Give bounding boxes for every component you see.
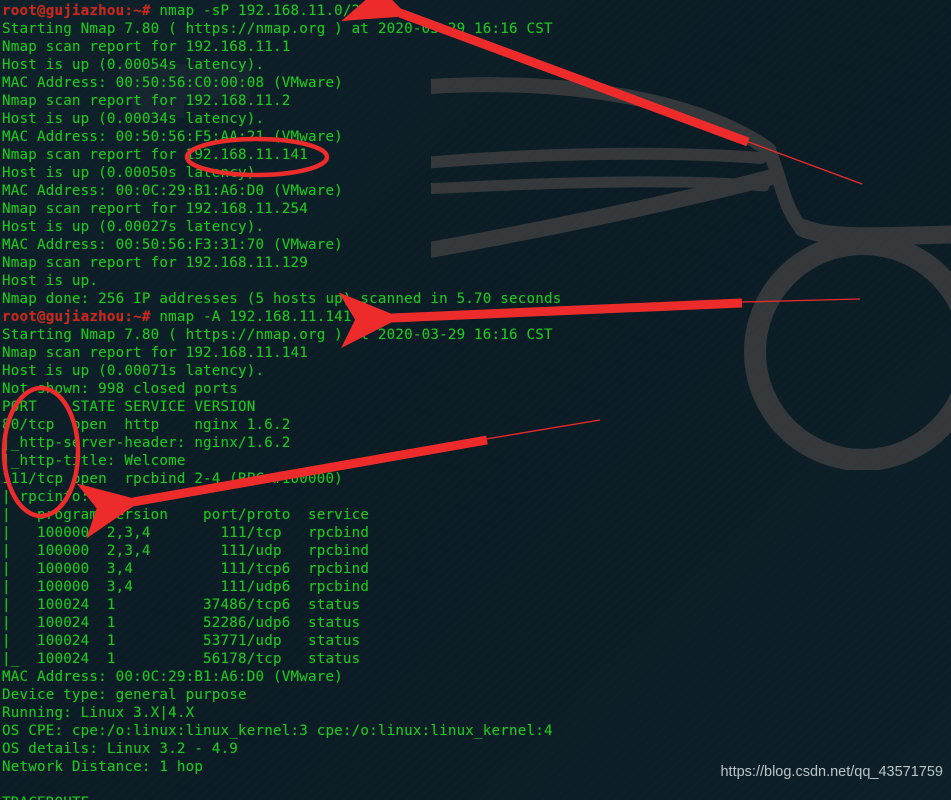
shell-prompt: root@gujiazhou:~# <box>2 3 151 19</box>
terminal-output-line: |_http-title: Welcome <box>2 452 951 470</box>
output-text: Running: Linux 3.X|4.X <box>2 705 195 721</box>
terminal-output-line: | 100024 1 53771/udp status <box>2 632 951 650</box>
command-text: nmap -sP 192.168.11.0/24 <box>150 3 370 19</box>
terminal-command-line: root@gujiazhou:~# nmap -sP 192.168.11.0/… <box>2 2 951 20</box>
output-text: Nmap done: 256 IP addresses (5 hosts up)… <box>2 291 562 307</box>
terminal-output-line: Host is up. <box>2 272 951 290</box>
output-text: Not shown: 998 closed ports <box>2 381 239 397</box>
output-text: OS details: Linux 3.2 - 4.9 <box>2 741 239 757</box>
terminal-output-line: Running: Linux 3.X|4.X <box>2 704 951 722</box>
output-text: | 100000 3,4 111/tcp6 rpcbind <box>2 561 370 577</box>
output-text: 80/tcp open http nginx 1.6.2 <box>2 417 291 433</box>
watermark-url: https://blog.csdn.net/qq_43571759 <box>720 764 943 780</box>
terminal-output-line: MAC Address: 00:50:56:C0:00:08 (VMware) <box>2 74 951 92</box>
terminal-output-line: Starting Nmap 7.80 ( https://nmap.org ) … <box>2 326 951 344</box>
terminal-output[interactable]: root@gujiazhou:~# nmap -sP 192.168.11.0/… <box>0 0 951 800</box>
output-text: | program version port/proto service <box>2 507 370 523</box>
output-text: MAC Address: 00:50:56:C0:00:08 (VMware) <box>2 75 343 91</box>
output-text: | 100000 2,3,4 111/udp rpcbind <box>2 543 370 559</box>
terminal-output-line: Nmap scan report for 192.168.11.2 <box>2 92 951 110</box>
terminal-output-line: Host is up (0.00050s latency). <box>2 164 951 182</box>
terminal-output-line: | 100024 1 52286/udp6 status <box>2 614 951 632</box>
terminal-output-line: Host is up (0.00071s latency). <box>2 362 951 380</box>
output-text: Network Distance: 1 hop <box>2 759 204 775</box>
output-text: Host is up. <box>2 273 99 289</box>
output-text: 111/tcp open rpcbind 2-4 (RPC #100000) <box>2 471 343 487</box>
terminal-output-line: Nmap scan report for 192.168.11.129 <box>2 254 951 272</box>
output-text: Host is up (0.00054s latency). <box>2 57 265 73</box>
output-text: Host is up (0.00034s latency). <box>2 111 265 127</box>
output-text: OS CPE: cpe:/o:linux:linux_kernel:3 cpe:… <box>2 723 553 739</box>
output-text: | 100024 1 52286/udp6 status <box>2 615 361 631</box>
output-text: Starting Nmap 7.80 ( https://nmap.org ) … <box>2 21 553 37</box>
terminal-output-line: Not shown: 998 closed ports <box>2 380 951 398</box>
terminal-output-line: | 100000 3,4 111/udp6 rpcbind <box>2 578 951 596</box>
terminal-output-line: Nmap scan report for 192.168.11.141 <box>2 146 951 164</box>
terminal-output-line: MAC Address: 00:0C:29:B1:A6:D0 (VMware) <box>2 182 951 200</box>
terminal-output-line: PORT STATE SERVICE VERSION <box>2 398 951 416</box>
terminal-output-line: | 100024 1 37486/tcp6 status <box>2 596 951 614</box>
terminal-output-line: MAC Address: 00:50:56:F5:AA:21 (VMware) <box>2 128 951 146</box>
output-text: MAC Address: 00:50:56:F5:AA:21 (VMware) <box>2 129 343 145</box>
output-text: Nmap scan report for 192.168.11.1 <box>2 39 291 55</box>
output-text: Starting Nmap 7.80 ( https://nmap.org ) … <box>2 327 553 343</box>
terminal-command-line: root@gujiazhou:~# nmap -A 192.168.11.141 <box>2 308 951 326</box>
terminal-output-line: Host is up (0.00027s latency). <box>2 218 951 236</box>
terminal-output-line: MAC Address: 00:0C:29:B1:A6:D0 (VMware) <box>2 668 951 686</box>
terminal-output-line: | program version port/proto service <box>2 506 951 524</box>
output-text: |_http-server-header: nginx/1.6.2 <box>2 435 291 451</box>
output-text: |_ 100024 1 56178/tcp status <box>2 651 361 667</box>
terminal-output-line: MAC Address: 00:50:56:F3:31:70 (VMware) <box>2 236 951 254</box>
output-text: Host is up (0.00071s latency). <box>2 363 265 379</box>
output-text: TRACEROUTE <box>2 795 89 800</box>
shell-prompt: root@gujiazhou:~# <box>2 309 151 325</box>
output-text: Nmap scan report for 192.168.11.129 <box>2 255 308 271</box>
terminal-output-line: 111/tcp open rpcbind 2-4 (RPC #100000) <box>2 470 951 488</box>
terminal-output-line: OS details: Linux 3.2 - 4.9 <box>2 740 951 758</box>
command-text: nmap -A 192.168.11.141 <box>150 309 352 325</box>
terminal-output-line: Nmap done: 256 IP addresses (5 hosts up)… <box>2 290 951 308</box>
output-text: | 100000 3,4 111/udp6 rpcbind <box>2 579 370 595</box>
terminal-output-line: | 100000 2,3,4 111/udp rpcbind <box>2 542 951 560</box>
output-text: MAC Address: 00:0C:29:B1:A6:D0 (VMware) <box>2 183 343 199</box>
output-text: | 100024 1 53771/udp status <box>2 633 361 649</box>
terminal-output-line: Host is up (0.00034s latency). <box>2 110 951 128</box>
output-text: MAC Address: 00:0C:29:B1:A6:D0 (VMware) <box>2 669 343 685</box>
terminal-output-line: Host is up (0.00054s latency). <box>2 56 951 74</box>
output-text: Host is up (0.00050s latency). <box>2 165 265 181</box>
output-text: Nmap scan report for 192.168.11.141 <box>2 147 308 163</box>
terminal-output-line: | 100000 2,3,4 111/tcp rpcbind <box>2 524 951 542</box>
terminal-output-line: Device type: general purpose <box>2 686 951 704</box>
terminal-output-line: | 100000 3,4 111/tcp6 rpcbind <box>2 560 951 578</box>
terminal-output-line: Nmap scan report for 192.168.11.254 <box>2 200 951 218</box>
output-text: Nmap scan report for 192.168.11.141 <box>2 345 308 361</box>
output-text: | 100024 1 37486/tcp6 status <box>2 597 361 613</box>
output-text: Device type: general purpose <box>2 687 247 703</box>
output-text: Nmap scan report for 192.168.11.2 <box>2 93 291 109</box>
output-text: MAC Address: 00:50:56:F3:31:70 (VMware) <box>2 237 343 253</box>
terminal-output-line: OS CPE: cpe:/o:linux:linux_kernel:3 cpe:… <box>2 722 951 740</box>
output-text: | 100000 2,3,4 111/tcp rpcbind <box>2 525 370 541</box>
terminal-output-line: |_http-server-header: nginx/1.6.2 <box>2 434 951 452</box>
output-text: PORT STATE SERVICE VERSION <box>2 399 256 415</box>
terminal-output-line: TRACEROUTE <box>2 794 951 800</box>
output-text: | rpcinfo: <box>2 489 90 505</box>
output-text: Nmap scan report for 192.168.11.254 <box>2 201 308 217</box>
terminal-window: root@gujiazhou:~# nmap -sP 192.168.11.0/… <box>0 0 951 800</box>
terminal-output-line: Nmap scan report for 192.168.11.141 <box>2 344 951 362</box>
terminal-output-line: | rpcinfo: <box>2 488 951 506</box>
terminal-output-line: |_ 100024 1 56178/tcp status <box>2 650 951 668</box>
terminal-output-line: Starting Nmap 7.80 ( https://nmap.org ) … <box>2 20 951 38</box>
output-text: Host is up (0.00027s latency). <box>2 219 265 235</box>
output-text: |_http-title: Welcome <box>2 453 186 469</box>
terminal-output-line: Nmap scan report for 192.168.11.1 <box>2 38 951 56</box>
terminal-output-line: 80/tcp open http nginx 1.6.2 <box>2 416 951 434</box>
